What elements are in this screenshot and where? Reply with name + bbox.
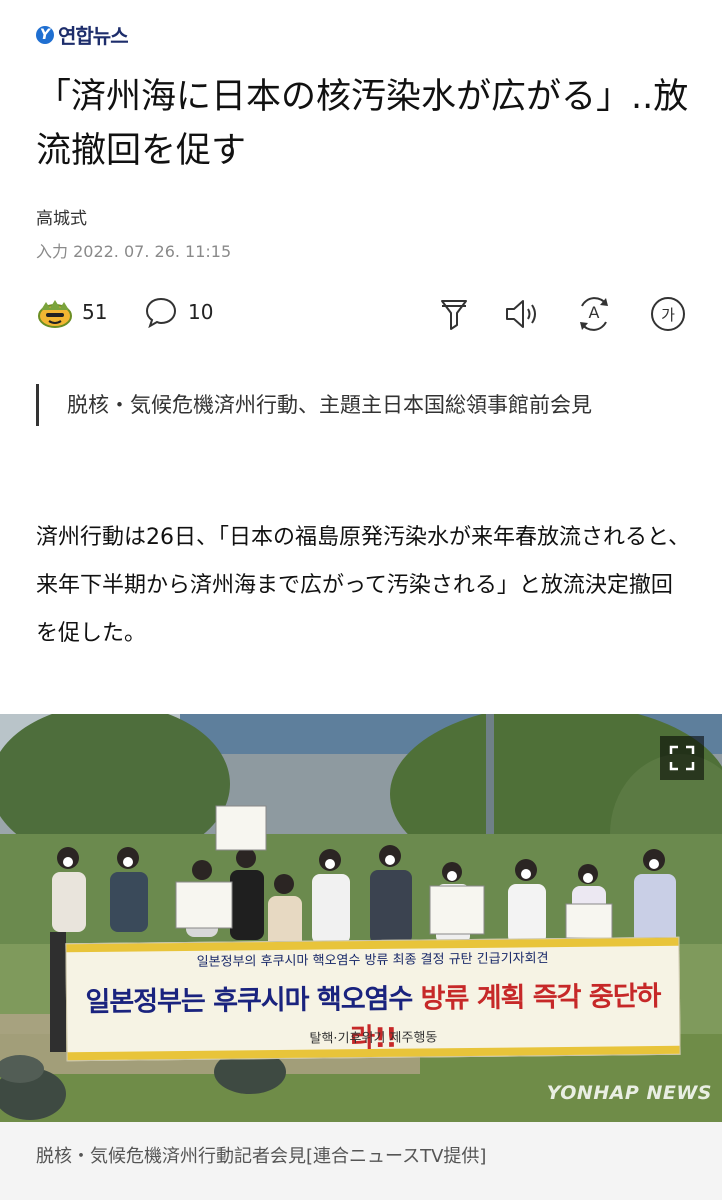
banner-main-part1: 일본정부는 후쿠시마 핵오염수	[85, 983, 421, 1019]
article-headline: 「済州海に日本の核汚染水が広がる」..放流撤回を促す	[36, 77, 689, 171]
article-photo[interactable]: 일본정부의 후쿠시마 핵오염수 방류 최종 결정 규탄 긴급기자회견 일본정부는…	[0, 714, 722, 1122]
filter-icon	[441, 300, 467, 330]
filter-button[interactable]	[434, 294, 474, 334]
reaction-icon	[38, 300, 72, 328]
text-to-speech-button[interactable]	[503, 294, 543, 334]
translate-label: A	[588, 303, 600, 322]
brand-name: 연합뉴스	[58, 24, 129, 48]
font-size-label: 가	[661, 306, 675, 324]
article-subheadline: 脱核・気候危機済州行動、主題主日本国総領事館前会見	[36, 384, 707, 426]
protest-banner: 일본정부의 후쿠시마 핵오염수 방류 최종 결정 규탄 긴급기자회견 일본정부는…	[65, 936, 681, 1062]
speaker-icon	[506, 300, 536, 328]
yonhap-watermark: YONHAP NEWS	[546, 1082, 712, 1104]
reaction-button[interactable]: 51	[36, 296, 107, 328]
comment-count: 10	[188, 300, 214, 324]
publish-date: 入力 2022. 07. 26. 11:15	[36, 242, 232, 261]
reaction-count: 51	[82, 300, 108, 324]
expand-icon	[669, 745, 695, 771]
site-logo[interactable]: Y 연합뉴스	[36, 20, 129, 49]
author-name[interactable]: 高城式	[36, 204, 87, 229]
protesters-group	[50, 805, 676, 1052]
photo-caption: 脱核・気候危機済州行動記者会見[連合ニュースTV提供]	[0, 1122, 722, 1200]
comment-icon	[145, 297, 177, 328]
article-action-bar: 51 10 A 가	[36, 292, 688, 338]
translate-button[interactable]: A	[574, 294, 614, 334]
comment-button[interactable]: 10	[144, 296, 213, 328]
yonhap-logo-icon: Y	[36, 25, 54, 44]
article-body: 済州行動は26日、「日本の福島原発汚染水が来年春放流されると、来年下半期から済州…	[36, 525, 691, 646]
expand-photo-button[interactable]	[660, 736, 704, 780]
font-size-button[interactable]: 가	[648, 294, 688, 334]
